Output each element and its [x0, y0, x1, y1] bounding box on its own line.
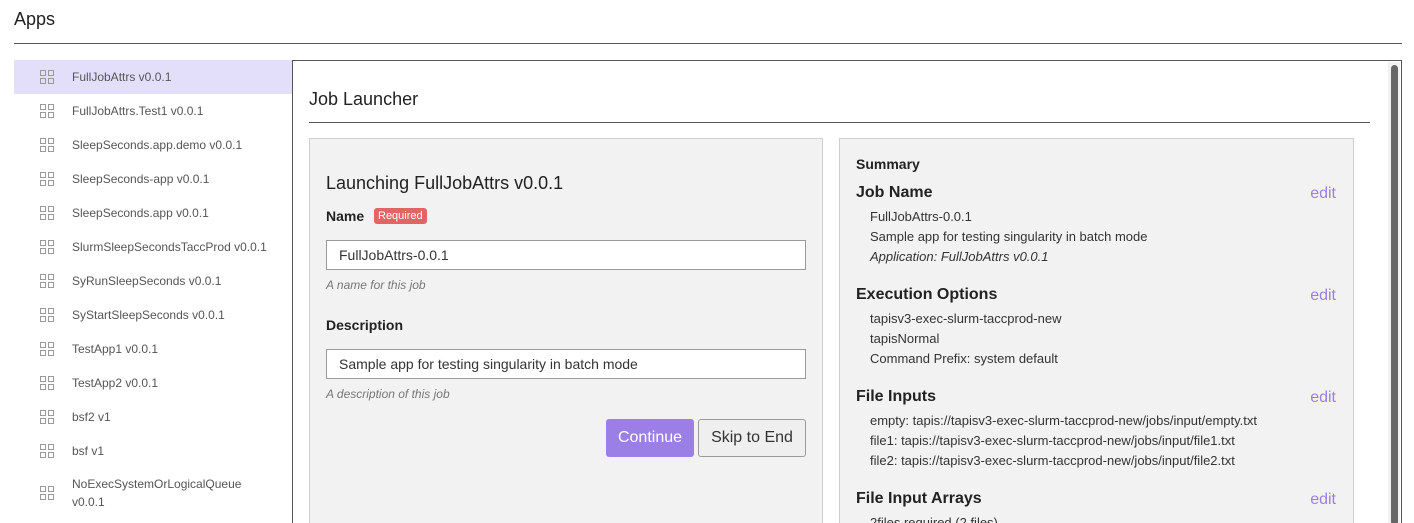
grid-icon — [40, 274, 54, 288]
launch-form: Launching FullJobAttrs v0.0.1 Name Requi… — [309, 138, 823, 523]
description-label: Description — [326, 317, 404, 333]
summary-title: Summary — [856, 156, 920, 172]
sidebar-item-bsf2[interactable]: bsf2 v1 — [14, 400, 292, 434]
scrollbar[interactable] — [1388, 62, 1400, 523]
grid-icon — [40, 410, 54, 424]
job-launcher-panel: Job Launcher Launching FullJobAttrs v0.0… — [292, 60, 1402, 523]
sidebar-item-slurmsleepsecondstaccprod[interactable]: SlurmSleepSecondsTaccProd v0.0.1 — [14, 230, 292, 264]
scrollbar-thumb[interactable] — [1391, 65, 1398, 523]
sidebar-item-label: FullJobAttrs.Test1 v0.0.1 — [72, 104, 204, 118]
grid-icon — [40, 138, 54, 152]
sidebar-item-bsf[interactable]: bsf v1 — [14, 434, 292, 468]
summary-line: empty: tapis://tapisv3-exec-slurm-taccpr… — [870, 413, 1258, 428]
summary-line: tapisv3-exec-slurm-taccprod-new — [870, 311, 1062, 326]
grid-icon — [40, 70, 54, 84]
summary-line: file2: tapis://tapisv3-exec-slurm-taccpr… — [870, 453, 1235, 468]
sidebar-item-label: FullJobAttrs v0.0.1 — [72, 70, 172, 84]
sidebar-item-label: SleepSeconds-app v0.0.1 — [72, 172, 210, 186]
grid-icon — [40, 172, 54, 186]
file-input-arrays-heading: File Input Arrays — [856, 490, 982, 507]
description-hint: A description of this job — [326, 387, 450, 401]
launch-heading: Launching FullJobAttrs v0.0.1 — [326, 173, 564, 193]
sidebar-item-label: SyStartSleepSeconds v0.0.1 — [72, 308, 225, 322]
sidebar-item-fulljobattrs[interactable]: FullJobAttrs v0.0.1 — [14, 60, 292, 94]
required-badge: Required — [374, 208, 427, 224]
sidebar-item-label: TestApp2 v0.0.1 — [72, 376, 159, 390]
sidebar-item-label: TestApp1 v0.0.1 — [72, 342, 159, 356]
skip-to-end-button[interactable]: Skip to End — [698, 419, 806, 457]
job-name-input[interactable] — [326, 240, 806, 270]
sidebar-item-sleepseconds-app-demo[interactable]: SleepSeconds.app.demo v0.0.1 — [14, 128, 292, 162]
edit-execution-options-link[interactable]: edit — [1310, 287, 1336, 305]
summary-line: Application: FullJobAttrs v0.0.1 — [870, 249, 1049, 264]
edit-job-name-link[interactable]: edit — [1310, 185, 1336, 203]
summary-line: 2files required (2 files) — [870, 515, 998, 523]
grid-icon — [40, 342, 54, 356]
continue-button[interactable]: Continue — [606, 419, 694, 457]
file-inputs-heading: File Inputs — [856, 388, 936, 405]
grid-icon — [40, 308, 54, 322]
job-description-input[interactable] — [326, 349, 806, 379]
summary-line: FullJobAttrs-0.0.1 — [870, 209, 972, 224]
sidebar-item-systartsleepseconds[interactable]: SyStartSleepSeconds v0.0.1 — [14, 298, 292, 332]
name-hint: A name for this job — [326, 278, 426, 292]
sidebar-item-label: NoExecSystemOrLogicalQueue v0.0.1 — [72, 477, 242, 509]
grid-icon — [40, 206, 54, 220]
summary-line: file1: tapis://tapisv3-exec-slurm-taccpr… — [870, 433, 1235, 448]
sidebar-item-noexecsystemorlogicalqueue[interactable]: NoExecSystemOrLogicalQueue v0.0.1 — [14, 468, 292, 518]
sidebar-item-testapp1[interactable]: TestApp1 v0.0.1 — [14, 332, 292, 366]
summary-line: Sample app for testing singularity in ba… — [870, 229, 1148, 244]
page-title: Apps — [14, 9, 56, 29]
edit-file-input-arrays-link[interactable]: edit — [1310, 491, 1336, 509]
title-divider — [14, 43, 1402, 44]
summary-line: tapisNormal — [870, 331, 940, 346]
job-launcher-title: Job Launcher — [309, 89, 419, 109]
name-label: Name — [326, 208, 365, 224]
grid-icon — [40, 444, 54, 458]
sidebar-item-sleepseconds-app[interactable]: SleepSeconds.app v0.0.1 — [14, 196, 292, 230]
job-name-heading: Job Name — [856, 184, 933, 201]
grid-icon — [40, 376, 54, 390]
grid-icon — [40, 240, 54, 254]
grid-icon — [40, 486, 54, 500]
summary-line: Command Prefix: system default — [870, 351, 1058, 366]
grid-icon — [40, 104, 54, 118]
sidebar-item-label: SyRunSleepSeconds v0.0.1 — [72, 274, 222, 288]
sidebar-item-label: SleepSeconds.app.demo v0.0.1 — [72, 138, 243, 152]
sidebar-item-label: bsf2 v1 — [72, 410, 111, 424]
sidebar-item-label: SleepSeconds.app v0.0.1 — [72, 206, 209, 220]
sidebar-item-testapp2[interactable]: TestApp2 v0.0.1 — [14, 366, 292, 400]
apps-sidebar: FullJobAttrs v0.0.1 FullJobAttrs.Test1 v… — [14, 60, 292, 523]
sidebar-item-fulljobattrs-test1[interactable]: FullJobAttrs.Test1 v0.0.1 — [14, 94, 292, 128]
sidebar-item-label: bsf v1 — [72, 444, 105, 458]
sidebar-item-syrunsleepseconds[interactable]: SyRunSleepSeconds v0.0.1 — [14, 264, 292, 298]
execution-options-heading: Execution Options — [856, 286, 998, 303]
edit-file-inputs-link[interactable]: edit — [1310, 389, 1336, 407]
sidebar-item-label: SlurmSleepSecondsTaccProd v0.0.1 — [72, 240, 267, 254]
job-launcher-divider — [309, 122, 1370, 123]
sidebar-item-sleepseconds-app-dash[interactable]: SleepSeconds-app v0.0.1 — [14, 162, 292, 196]
summary-panel: Summary Job Name edit FullJobAttrs-0.0.1… — [839, 138, 1354, 523]
